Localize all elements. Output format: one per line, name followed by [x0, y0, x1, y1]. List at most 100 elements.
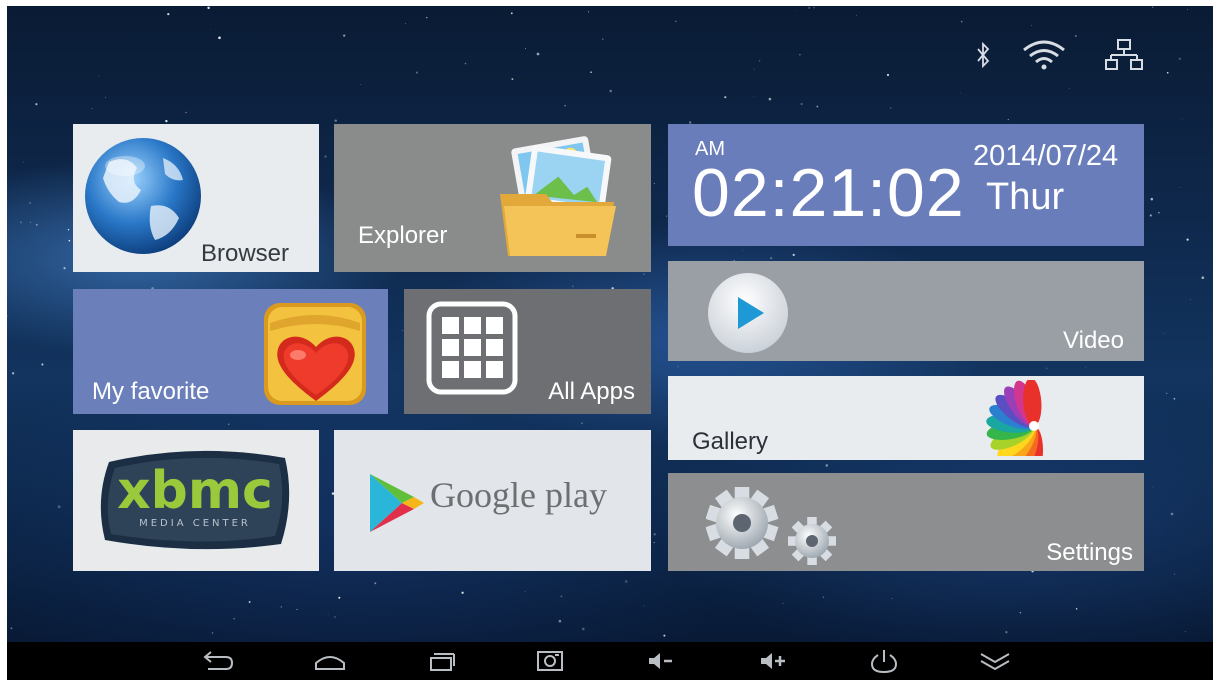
star	[758, 60, 761, 62]
star	[558, 619, 562, 623]
star	[19, 221, 23, 224]
xbmc-logo-text: xbmc	[117, 461, 273, 521]
volume-up-icon[interactable]	[753, 647, 793, 675]
star	[891, 598, 893, 599]
star	[35, 103, 38, 106]
screenshot-icon[interactable]	[530, 647, 570, 675]
star	[753, 68, 755, 70]
star	[525, 48, 526, 50]
star	[1179, 187, 1181, 189]
google-play-icon	[370, 474, 424, 532]
star	[564, 104, 566, 107]
clock-widget: AM 02:21:02 2014/07/24 Thur	[668, 124, 1144, 246]
star	[167, 12, 170, 16]
star	[359, 84, 361, 86]
star	[1187, 8, 1189, 10]
star	[98, 75, 100, 77]
browser-tile[interactable]: Browser	[73, 124, 319, 272]
star	[1152, 486, 1154, 488]
star	[210, 29, 211, 31]
star	[1163, 332, 1165, 334]
star	[22, 161, 24, 163]
star	[602, 38, 604, 40]
gallery-tile[interactable]: Gallery	[668, 376, 1144, 460]
bluetooth-icon	[977, 42, 990, 68]
hide-bar-icon[interactable]	[975, 647, 1015, 675]
petal-center	[1029, 421, 1039, 431]
star	[207, 6, 210, 10]
star	[643, 273, 645, 275]
ethernet-icon	[1105, 39, 1143, 70]
star	[68, 239, 71, 242]
wifi-icon	[1023, 40, 1065, 70]
clock-day: Thur	[986, 176, 1065, 218]
heart-folder-icon	[264, 303, 366, 405]
app-grid-icon	[426, 301, 518, 395]
star	[1178, 57, 1182, 61]
star	[105, 97, 106, 98]
star	[1181, 118, 1183, 120]
star	[338, 596, 341, 599]
video-label: Video	[1063, 327, 1124, 354]
star	[343, 34, 346, 37]
star	[41, 363, 44, 366]
google-play-tile[interactable]: Google play	[334, 430, 651, 571]
star	[813, 7, 815, 9]
star	[1166, 392, 1168, 395]
my-favorite-label: My favorite	[92, 378, 210, 405]
star	[334, 119, 337, 122]
star	[675, 20, 677, 22]
star	[643, 605, 645, 607]
volume-down-icon[interactable]	[641, 647, 681, 675]
star	[1173, 397, 1176, 400]
star	[1189, 299, 1191, 301]
star	[280, 606, 282, 608]
star	[536, 52, 540, 56]
star	[1007, 118, 1009, 121]
star	[795, 10, 797, 12]
star	[825, 464, 829, 467]
explorer-tile[interactable]: Explorer	[334, 124, 651, 272]
star	[1201, 276, 1205, 280]
star	[768, 97, 772, 101]
star	[185, 111, 187, 114]
star	[218, 36, 221, 40]
star	[590, 71, 592, 74]
back-icon[interactable]	[198, 647, 238, 675]
home-screen: Browser Explorer My favorite All Apps xb…	[7, 6, 1213, 680]
star	[1149, 214, 1152, 217]
star	[769, 256, 773, 260]
clock-time: 02:21:02	[692, 155, 965, 231]
xbmc-tile[interactable]: xbmc MEDIA CENTER	[73, 430, 319, 571]
star	[742, 250, 744, 251]
star	[35, 223, 38, 226]
settings-label: Settings	[1046, 539, 1133, 566]
star	[248, 601, 251, 603]
recent-apps-icon[interactable]	[421, 647, 461, 675]
my-favorite-tile[interactable]: My favorite	[73, 289, 388, 414]
all-apps-label: All Apps	[548, 378, 635, 405]
star	[63, 267, 66, 270]
star	[1166, 71, 1169, 74]
xbmc-logo: xbmc MEDIA CENTER	[100, 450, 290, 550]
video-tile[interactable]: Video	[668, 261, 1144, 361]
settings-tile[interactable]: Settings	[668, 473, 1144, 571]
star	[296, 608, 298, 610]
gear-hole	[806, 535, 818, 547]
power-icon[interactable]	[864, 647, 904, 675]
star	[856, 14, 858, 16]
star	[233, 618, 235, 620]
star	[11, 372, 15, 375]
all-apps-tile[interactable]: All Apps	[404, 289, 651, 414]
star	[1186, 238, 1189, 241]
star	[560, 595, 563, 598]
star	[524, 591, 526, 592]
home-icon[interactable]	[310, 647, 350, 675]
star	[510, 12, 513, 15]
star	[7, 315, 8, 317]
star	[1152, 6, 1154, 8]
star	[677, 366, 679, 368]
star	[461, 591, 464, 594]
star	[816, 105, 819, 108]
star	[328, 613, 330, 615]
